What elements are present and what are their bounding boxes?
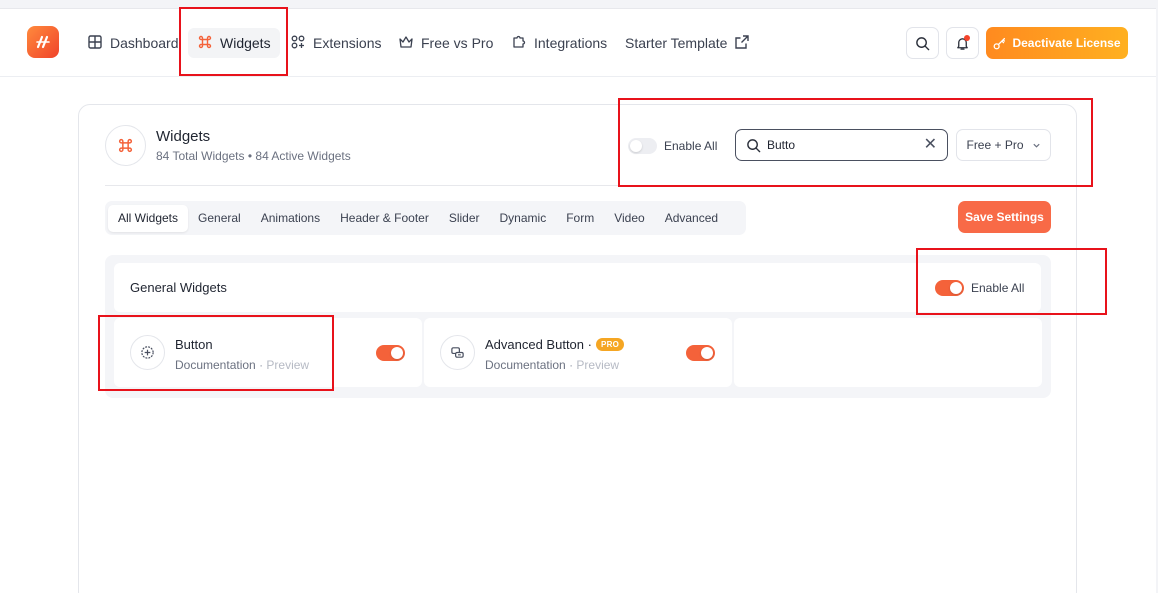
widgets-header-icon (105, 125, 146, 166)
extensions-icon (290, 34, 306, 53)
nav-integrations[interactable]: Integrations (502, 28, 616, 58)
dashboard-grid-icon (87, 34, 103, 53)
group-enable-all-label: Enable All (971, 281, 1025, 295)
deactivate-license-button[interactable]: Deactivate License (986, 27, 1128, 59)
tab-advanced[interactable]: Advanced (655, 205, 728, 232)
deactivate-license-label: Deactivate License (1012, 36, 1121, 50)
tab-all-widgets[interactable]: All Widgets (108, 204, 189, 232)
plan-filter-select[interactable]: Free + Pro (956, 129, 1051, 161)
group-enable-all: Enable All (935, 280, 1024, 296)
category-tabs: All Widgets General Animations Header & … (105, 201, 746, 235)
enable-all-global: Enable All (628, 138, 717, 154)
enable-all-toggle[interactable] (628, 138, 657, 154)
preview-link[interactable]: Preview (266, 358, 309, 372)
nav-free-vs-pro[interactable]: Free vs Pro (389, 28, 502, 58)
nav-dashboard-label: Dashboard (110, 35, 179, 51)
pro-badge: PRO (595, 338, 625, 351)
tab-dynamic[interactable]: Dynamic (490, 205, 557, 232)
tab-video[interactable]: Video (604, 205, 654, 232)
save-settings-button[interactable]: Save Settings (958, 201, 1051, 233)
plan-filter-value: Free + Pro (966, 138, 1024, 152)
command-icon (118, 138, 133, 153)
header-divider (105, 185, 1051, 186)
widget-toggle-button[interactable] (376, 345, 405, 361)
brand-logo-icon (36, 35, 50, 49)
search-icon (916, 36, 930, 50)
brand-logo[interactable] (27, 26, 59, 58)
app-shell: Dashboard Widgets Extensions Free vs Pro (0, 8, 1156, 593)
widget-links: Documentation · Preview (175, 358, 309, 372)
widget-name: Advanced Button · PRO (485, 337, 625, 352)
empty-widget-slot (734, 318, 1042, 387)
notifications-button[interactable] (946, 27, 979, 59)
search-button[interactable] (906, 27, 939, 59)
notification-dot (964, 35, 970, 41)
general-widgets-group: General Widgets Enable All Button Docume… (105, 255, 1051, 398)
nav-widgets-label: Widgets (220, 35, 271, 51)
tab-form[interactable]: Form (556, 205, 604, 232)
page-title: Widgets (156, 128, 211, 145)
widget-search-input[interactable] (767, 138, 917, 152)
key-icon (994, 37, 1006, 49)
widget-name-text: Advanced Button · (485, 337, 592, 352)
link-separator: · (259, 358, 264, 372)
nav-extensions[interactable]: Extensions (281, 28, 390, 58)
widgets-card: Widgets 84 Total Widgets • 84 Active Wid… (78, 104, 1077, 593)
tab-header-footer[interactable]: Header & Footer (330, 205, 439, 232)
advanced-button-icon (440, 335, 475, 370)
widget-name-text: Button (175, 337, 213, 352)
widget-card-advanced-button: Advanced Button · PRO Documentation · Pr… (424, 318, 732, 387)
enable-all-label: Enable All (664, 139, 718, 153)
nav-starter-template-label: Starter Template (625, 35, 728, 51)
documentation-link[interactable]: Documentation (175, 358, 256, 372)
widgets-count: 84 Total Widgets • 84 Active Widgets (156, 149, 351, 163)
group-enable-all-toggle[interactable] (935, 280, 964, 296)
clear-search-icon[interactable]: ✕ (924, 137, 937, 153)
puzzle-icon (511, 34, 527, 53)
top-navigation: Dashboard Widgets Extensions Free vs Pro (0, 9, 1156, 77)
crown-icon (398, 34, 414, 53)
nav-starter-template[interactable]: Starter Template (616, 28, 759, 58)
widget-card-button: Button Documentation · Preview (114, 318, 422, 387)
nav-widgets[interactable]: Widgets (188, 28, 280, 58)
nav-integrations-label: Integrations (534, 35, 608, 51)
nav-free-vs-pro-label: Free vs Pro (421, 35, 494, 51)
widget-name: Button (175, 337, 213, 352)
nav-dashboard[interactable]: Dashboard (78, 28, 188, 58)
count-separator: • (247, 149, 253, 163)
widget-toggle-advanced-button[interactable] (686, 345, 715, 361)
documentation-link[interactable]: Documentation (485, 358, 566, 372)
total-widgets-count: 84 Total Widgets (156, 149, 245, 163)
widget-search-field[interactable]: ✕ (735, 129, 948, 161)
chevron-down-icon (1032, 143, 1040, 148)
group-title: General Widgets (130, 280, 227, 295)
external-link-icon (734, 34, 750, 53)
active-widgets-count: 84 Active Widgets (255, 149, 351, 163)
nav-extensions-label: Extensions (313, 35, 382, 51)
link-separator: · (569, 358, 574, 372)
preview-link[interactable]: Preview (576, 358, 619, 372)
group-header: General Widgets Enable All (114, 263, 1041, 312)
plus-circle-icon (130, 335, 165, 370)
tab-slider[interactable]: Slider (439, 205, 490, 232)
widget-links: Documentation · Preview (485, 358, 619, 372)
search-icon (747, 138, 761, 152)
command-icon (197, 34, 213, 53)
tab-general[interactable]: General (188, 205, 251, 232)
tab-animations[interactable]: Animations (251, 205, 330, 232)
